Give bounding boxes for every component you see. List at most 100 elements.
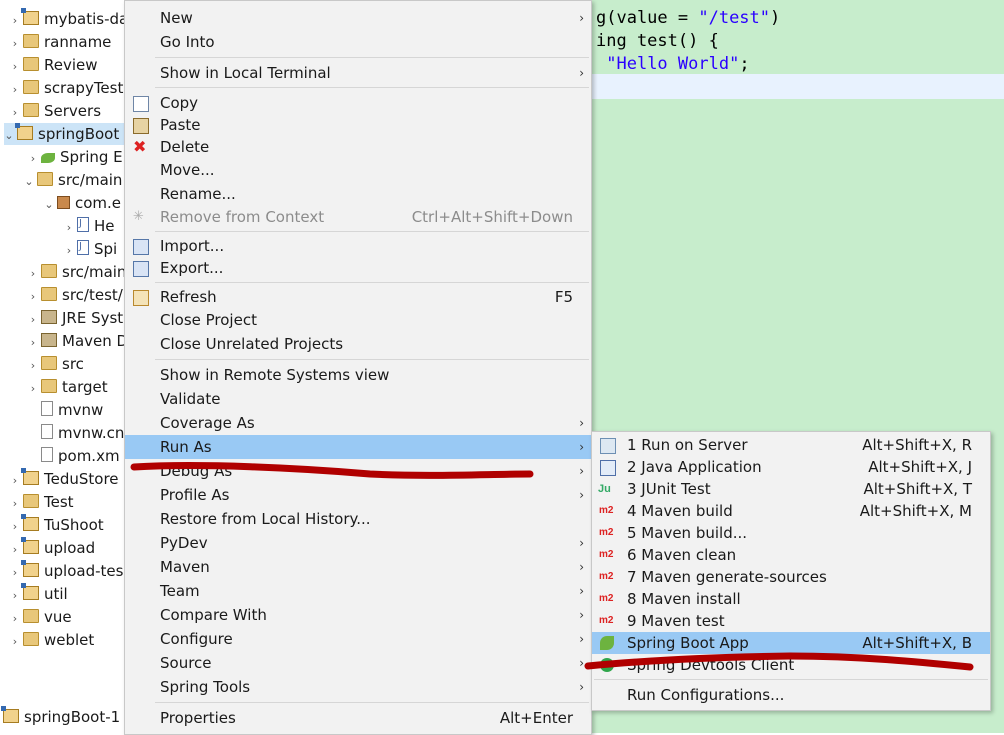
submenu-item-run-on-server[interactable]: 1 Run on Server Alt+Shift+X, R	[592, 434, 990, 456]
menu-item-delete[interactable]: ✖ Delete	[125, 136, 591, 158]
tree-item[interactable]: mvnw	[41, 399, 103, 421]
tree-item[interactable]: › upload	[10, 537, 95, 559]
chevron-right-icon[interactable]: ›	[28, 332, 38, 354]
menu-item-pydev[interactable]: PyDev ›	[125, 532, 591, 554]
tree-item[interactable]: ›He	[64, 213, 115, 239]
submenu-item-maven-build[interactable]: m2 4 Maven build Alt+Shift+X, M	[592, 500, 990, 522]
menu-item-move[interactable]: Move...	[125, 159, 591, 181]
folder-icon	[41, 356, 57, 370]
tree-item[interactable]: › src	[28, 353, 84, 375]
menu-item-import[interactable]: Import...	[125, 235, 591, 257]
tree-item[interactable]: › mybatis-da	[10, 8, 124, 30]
submenu-arrow-icon: ›	[579, 464, 584, 478]
chevron-right-icon[interactable]: ›	[10, 102, 20, 124]
submenu-item-maven-generate-sources[interactable]: m2 7 Maven generate-sources	[592, 566, 990, 588]
menu-item-show-in-local-terminal[interactable]: Show in Local Terminal ›	[125, 62, 591, 84]
submenu-item-java-application[interactable]: 2 Java Application Alt+Shift+X, J	[592, 456, 990, 478]
menu-item-coverage-as[interactable]: Coverage As ›	[125, 412, 591, 434]
chevron-right-icon[interactable]: ›	[10, 562, 20, 584]
tree-item[interactable]: › Review	[10, 54, 98, 76]
tree-item[interactable]: › Spring E	[28, 146, 123, 168]
chevron-right-icon[interactable]: ›	[10, 33, 20, 55]
tree-item[interactable]: › TeduStore	[10, 468, 119, 490]
submenu-item-maven-test[interactable]: m2 9 Maven test	[592, 610, 990, 632]
menu-item-team[interactable]: Team ›	[125, 580, 591, 602]
submenu-item-maven-build-dialog[interactable]: m2 5 Maven build...	[592, 522, 990, 544]
tree-item[interactable]: › target	[28, 376, 108, 398]
menu-item-close-project[interactable]: Close Project	[125, 309, 591, 331]
tree-item[interactable]: ⌄ com.e	[44, 192, 121, 214]
tree-item[interactable]: › Maven D	[28, 330, 124, 352]
tree-item[interactable]: › util	[10, 583, 68, 605]
tree-item[interactable]: › weblet	[10, 629, 95, 653]
tree-item[interactable]: › upload-tes	[10, 560, 123, 582]
chevron-down-icon[interactable]: ⌄	[24, 171, 34, 193]
tree-item[interactable]: ›Spi	[64, 236, 117, 262]
menu-item-go-into[interactable]: Go Into	[125, 31, 591, 53]
chevron-right-icon[interactable]: ›	[28, 148, 38, 170]
tree-item[interactable]: › Servers	[10, 100, 101, 122]
submenu-item-run-configurations[interactable]: Run Configurations...	[592, 684, 990, 706]
menu-item-rename[interactable]: Rename...	[125, 183, 591, 205]
tree-item-selected[interactable]: ⌄ springBoot	[4, 123, 124, 145]
chevron-right-icon[interactable]: ›	[10, 516, 20, 538]
menu-separator	[155, 57, 589, 58]
menu-item-properties[interactable]: Properties Alt+Enter	[125, 707, 591, 729]
chevron-right-icon[interactable]: ›	[28, 355, 38, 377]
menu-item-copy[interactable]: Copy	[125, 92, 591, 114]
menu-item-profile-as[interactable]: Profile As ›	[125, 484, 591, 506]
menu-item-close-unrelated-projects[interactable]: Close Unrelated Projects	[125, 333, 591, 355]
chevron-right-icon[interactable]: ›	[28, 378, 38, 400]
code-line: g(value = "/test")	[596, 8, 781, 28]
chevron-right-icon[interactable]: ›	[64, 240, 74, 262]
chevron-right-icon[interactable]: ›	[28, 263, 38, 285]
tree-item[interactable]: › scrapyTest	[10, 77, 124, 101]
tree-item[interactable]: › src/test/	[28, 284, 123, 306]
menu-item-maven[interactable]: Maven ›	[125, 556, 591, 578]
tree-item[interactable]: › src/main	[28, 261, 124, 283]
chevron-right-icon[interactable]: ›	[10, 79, 20, 101]
menu-item-export[interactable]: Export...	[125, 257, 591, 279]
tree-item[interactable]: › JRE Syst	[28, 307, 123, 329]
chevron-right-icon[interactable]: ›	[28, 309, 38, 331]
tree-item[interactable]: pom.xm	[41, 445, 120, 467]
submenu-item-junit-test[interactable]: Ju 3 JUnit Test Alt+Shift+X, T	[592, 478, 990, 500]
chevron-right-icon[interactable]: ›	[10, 608, 20, 630]
menu-item-source[interactable]: Source ›	[125, 652, 591, 674]
chevron-right-icon[interactable]: ›	[10, 56, 20, 78]
tree-item[interactable]: › TuShoot	[10, 514, 104, 536]
menu-item-spring-tools[interactable]: Spring Tools ›	[125, 676, 591, 698]
chevron-right-icon[interactable]: ›	[10, 539, 20, 561]
menu-item-debug-as[interactable]: Debug As ›	[125, 460, 591, 482]
menu-item-restore-from-local-history[interactable]: Restore from Local History...	[125, 508, 591, 530]
tree-item[interactable]: mvnw.cn	[41, 422, 124, 444]
menu-item-new[interactable]: New ›	[125, 7, 591, 29]
run-as-submenu: 1 Run on Server Alt+Shift+X, R 2 Java App…	[591, 431, 991, 711]
tree-item[interactable]: › vue	[10, 606, 72, 628]
menu-item-configure[interactable]: Configure ›	[125, 628, 591, 650]
chevron-right-icon[interactable]: ›	[10, 10, 20, 32]
submenu-item-maven-install[interactable]: m2 8 Maven install	[592, 588, 990, 610]
chevron-right-icon[interactable]: ›	[10, 470, 20, 492]
chevron-down-icon[interactable]: ⌄	[4, 125, 14, 147]
menu-item-compare-with[interactable]: Compare With ›	[125, 604, 591, 626]
menu-item-run-as[interactable]: Run As ›	[125, 435, 591, 459]
chevron-right-icon[interactable]: ›	[64, 217, 74, 239]
chevron-down-icon[interactable]: ⌄	[44, 194, 54, 216]
submenu-item-maven-clean[interactable]: m2 6 Maven clean	[592, 544, 990, 566]
menu-item-refresh[interactable]: Refresh F5	[125, 286, 591, 308]
chevron-right-icon[interactable]: ›	[28, 286, 38, 308]
tree-item[interactable]: › Test	[10, 491, 74, 513]
tree-item[interactable]: ⌄ src/main	[24, 169, 122, 191]
project-icon	[21, 537, 39, 554]
submenu-item-spring-boot-app[interactable]: Spring Boot App Alt+Shift+X, B	[592, 632, 990, 654]
tree-item[interactable]: › ranname	[10, 31, 112, 55]
menu-item-paste[interactable]: Paste	[125, 114, 591, 136]
chevron-right-icon[interactable]: ›	[10, 493, 20, 515]
menu-item-show-in-remote-systems-view[interactable]: Show in Remote Systems view	[125, 364, 591, 386]
chevron-right-icon[interactable]: ›	[10, 585, 20, 607]
chevron-right-icon[interactable]: ›	[10, 631, 20, 653]
menu-item-validate[interactable]: Validate	[125, 388, 591, 410]
menu-separator	[155, 359, 589, 360]
submenu-item-spring-devtools-client[interactable]: Spring Devtools Client	[592, 654, 990, 676]
